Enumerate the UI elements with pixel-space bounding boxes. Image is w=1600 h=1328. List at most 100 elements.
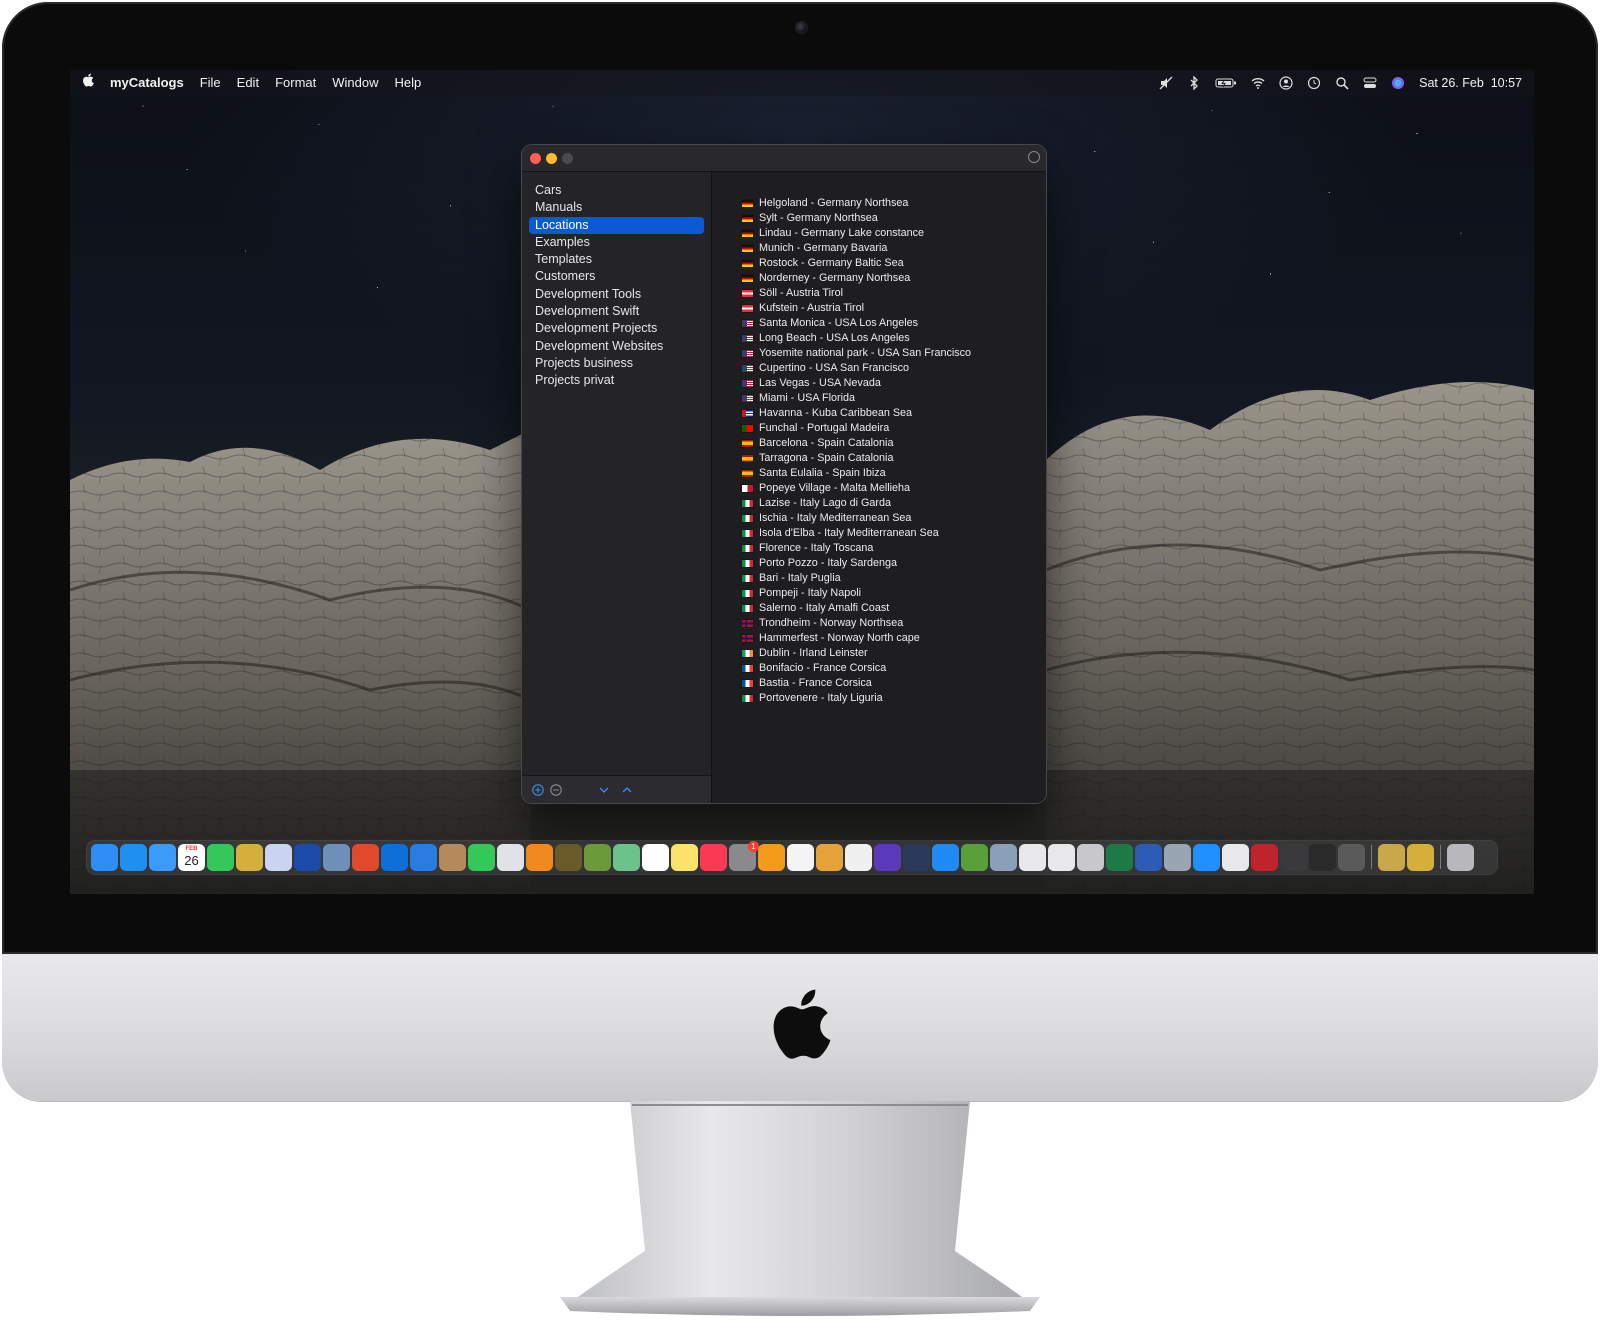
- location-row[interactable]: Florence - Italy Toscana: [742, 541, 1042, 556]
- excel-icon[interactable]: [1106, 844, 1133, 871]
- maps-icon[interactable]: [613, 844, 640, 871]
- location-row[interactable]: Söll - Austria Tirol: [742, 286, 1042, 301]
- sidebar-item-templates[interactable]: Templates: [529, 251, 704, 268]
- location-row[interactable]: Barcelona - Spain Catalonia: [742, 436, 1042, 451]
- sync-icon[interactable]: [526, 844, 553, 871]
- sidebar-item-development-websites[interactable]: Development Websites: [529, 338, 704, 355]
- window-titlebar[interactable]: [522, 145, 1046, 172]
- share-icon[interactable]: [1028, 151, 1040, 163]
- music-icon[interactable]: [700, 844, 727, 871]
- disk-utility-icon[interactable]: [1164, 844, 1191, 871]
- facetime-icon[interactable]: [468, 844, 495, 871]
- app-store-icon[interactable]: [932, 844, 959, 871]
- landscape-app-icon[interactable]: [961, 844, 988, 871]
- spotlight-search-icon[interactable]: [1335, 76, 1349, 90]
- image-editor-icon[interactable]: [816, 844, 843, 871]
- location-row[interactable]: Lazise - Italy Lago di Garda: [742, 496, 1042, 511]
- license-icon[interactable]: [1077, 844, 1104, 871]
- airdrop-icon[interactable]: [1193, 844, 1220, 871]
- move-down-icon[interactable]: [598, 783, 610, 795]
- contacts-icon[interactable]: [439, 844, 466, 871]
- location-row[interactable]: Long Beach - USA Los Angeles: [742, 331, 1042, 346]
- sidebar-item-cars[interactable]: Cars: [529, 182, 704, 199]
- system-info-icon[interactable]: [497, 844, 524, 871]
- move-up-icon[interactable]: [621, 783, 633, 795]
- zoom-button[interactable]: [562, 153, 573, 164]
- menu-format[interactable]: Format: [267, 70, 324, 96]
- books-icon[interactable]: [758, 844, 785, 871]
- reeder-star-icon[interactable]: [236, 844, 263, 871]
- location-row[interactable]: Munich - Germany Bavaria: [742, 241, 1042, 256]
- messages-icon[interactable]: [207, 844, 234, 871]
- pencil-sketch-icon[interactable]: [410, 844, 437, 871]
- remote-desktop-icon[interactable]: [352, 844, 379, 871]
- location-row[interactable]: Porto Pozzo - Italy Sardenga: [742, 556, 1042, 571]
- location-row[interactable]: Trondheim - Norway Northsea: [742, 616, 1042, 631]
- generic-app-icon[interactable]: [1222, 844, 1249, 871]
- blank-app-icon[interactable]: [1048, 844, 1075, 871]
- location-row[interactable]: Helgoland - Germany Northsea: [742, 196, 1042, 211]
- location-row[interactable]: Rostock - Germany Baltic Sea: [742, 256, 1042, 271]
- calendar-icon[interactable]: FEB 26: [178, 844, 205, 871]
- audio-muted-icon[interactable]: [1159, 76, 1173, 90]
- bluetooth-icon[interactable]: [1187, 75, 1201, 91]
- location-row[interactable]: Salerno - Italy Amalfi Coast: [742, 601, 1042, 616]
- filezilla-icon[interactable]: [1251, 844, 1278, 871]
- location-row[interactable]: Hammerfest - Norway North cape: [742, 631, 1042, 646]
- sidebar-item-development-projects[interactable]: Development Projects: [529, 320, 704, 337]
- xcode-blueprint-icon[interactable]: [294, 844, 321, 871]
- menu-edit[interactable]: Edit: [229, 70, 267, 96]
- menu-help[interactable]: Help: [386, 70, 429, 96]
- location-row[interactable]: Yosemite national park - USA San Francis…: [742, 346, 1042, 361]
- location-row[interactable]: Sylt - Germany Northsea: [742, 211, 1042, 226]
- location-row[interactable]: Bastia - France Corsica: [742, 676, 1042, 691]
- finder-icon[interactable]: [91, 844, 118, 871]
- location-row[interactable]: Ischia - Italy Mediterranean Sea: [742, 511, 1042, 526]
- location-row[interactable]: Dublin - Irland Leinster: [742, 646, 1042, 661]
- add-icon[interactable]: [532, 783, 544, 796]
- favorites-star-icon[interactable]: [1407, 844, 1434, 871]
- location-row[interactable]: Lindau - Germany Lake constance: [742, 226, 1042, 241]
- apple-menu-icon[interactable]: [70, 70, 102, 96]
- sidebar-item-development-tools[interactable]: Development Tools: [529, 286, 704, 303]
- sidebar-item-projects-privat[interactable]: Projects privat: [529, 372, 704, 389]
- automator-icon[interactable]: [1338, 844, 1365, 871]
- menu-window[interactable]: Window: [324, 70, 386, 96]
- location-row[interactable]: Miami - USA Florida: [742, 391, 1042, 406]
- location-row[interactable]: Las Vegas - USA Nevada: [742, 376, 1042, 391]
- mail-icon[interactable]: [149, 844, 176, 871]
- location-row[interactable]: Popeye Village - Malta Mellieha: [742, 481, 1042, 496]
- menu-datetime[interactable]: Sat 26. Feb 10:57: [1419, 76, 1522, 90]
- sidebar-item-manuals[interactable]: Manuals: [529, 199, 704, 216]
- imovie-icon[interactable]: [874, 844, 901, 871]
- wifi-icon[interactable]: [1251, 76, 1265, 90]
- sidebar-item-customers[interactable]: Customers: [529, 268, 704, 285]
- sidebar-item-locations[interactable]: Locations: [529, 216, 704, 234]
- sidebar-item-projects-business[interactable]: Projects business: [529, 355, 704, 372]
- location-row[interactable]: Cupertino - USA San Francisco: [742, 361, 1042, 376]
- safari-icon[interactable]: [120, 844, 147, 871]
- location-row[interactable]: Bari - Italy Puglia: [742, 571, 1042, 586]
- sidebar-item-development-swift[interactable]: Development Swift: [529, 303, 704, 320]
- reminders-icon[interactable]: [642, 844, 669, 871]
- bwc-icon[interactable]: [990, 844, 1017, 871]
- inkscape-icon[interactable]: [1309, 844, 1336, 871]
- blank-doc-icon[interactable]: [1019, 844, 1046, 871]
- android-icon[interactable]: [584, 844, 611, 871]
- photo-booth-icon[interactable]: [555, 844, 582, 871]
- minimize-button[interactable]: [546, 153, 557, 164]
- scanner-icon[interactable]: [1280, 844, 1307, 871]
- location-row[interactable]: Norderney - Germany Northsea: [742, 271, 1042, 286]
- word-icon[interactable]: [1135, 844, 1162, 871]
- location-row[interactable]: Tarragona - Spain Catalonia: [742, 451, 1042, 466]
- location-row[interactable]: Isola d'Elba - Italy Mediterranean Sea: [742, 526, 1042, 541]
- photos-icon[interactable]: [787, 844, 814, 871]
- location-row[interactable]: Bonifacio - France Corsica: [742, 661, 1042, 676]
- location-row[interactable]: Portovenere - Italy Liguria: [742, 691, 1042, 706]
- invoice-icon[interactable]: [265, 844, 292, 871]
- location-row[interactable]: Havanna - Kuba Caribbean Sea: [742, 406, 1042, 421]
- notes-icon[interactable]: [671, 844, 698, 871]
- system-preferences-icon[interactable]: 1: [729, 841, 759, 871]
- trash-icon[interactable]: [1447, 844, 1474, 871]
- location-row[interactable]: Pompeji - Italy Napoli: [742, 586, 1042, 601]
